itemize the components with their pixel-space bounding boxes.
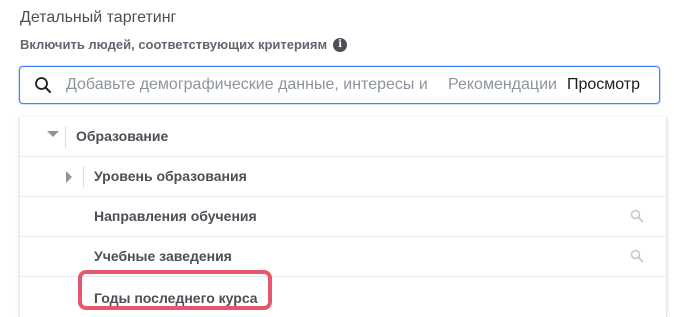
tree-item-label: Направления обучения [94, 208, 257, 224]
tree-divider [65, 126, 66, 148]
tree-divider [83, 166, 84, 188]
section-title: Детальный таргетинг [20, 9, 177, 26]
caret-down-icon[interactable] [47, 131, 59, 137]
tree-item-label: Уровень образования [94, 168, 247, 184]
tree-item-graduation-years[interactable]: Годы последнего курса [20, 277, 666, 317]
search-icon[interactable] [630, 249, 644, 263]
targeting-dropdown: Образование Уровень образования Направле… [19, 117, 667, 317]
tree-category-education[interactable]: Образование [20, 117, 666, 157]
search-input[interactable] [66, 76, 442, 94]
tree-item-education-level[interactable]: Уровень образования [20, 157, 666, 197]
subtitle-text: Включить людей, соответствующих критерия… [20, 37, 328, 52]
recommendations-link[interactable]: Рекомендации [448, 76, 557, 94]
search-box[interactable]: Рекомендации Просмотр [19, 66, 660, 104]
caret-right-icon[interactable] [66, 171, 72, 183]
tree-item-schools[interactable]: Учебные заведения [20, 237, 666, 277]
info-icon[interactable]: i [333, 37, 348, 52]
search-icon[interactable] [630, 209, 644, 223]
tree-item-fields-of-study[interactable]: Направления обучения [20, 197, 666, 237]
tree-item-label: Годы последнего курса [94, 290, 258, 306]
search-icon [35, 77, 51, 93]
tree-item-label: Учебные заведения [94, 248, 232, 264]
section-subtitle: Включить людей, соответствующих критерия… [20, 37, 348, 52]
tree-category-label: Образование [76, 128, 169, 144]
browse-button[interactable]: Просмотр [567, 76, 640, 94]
